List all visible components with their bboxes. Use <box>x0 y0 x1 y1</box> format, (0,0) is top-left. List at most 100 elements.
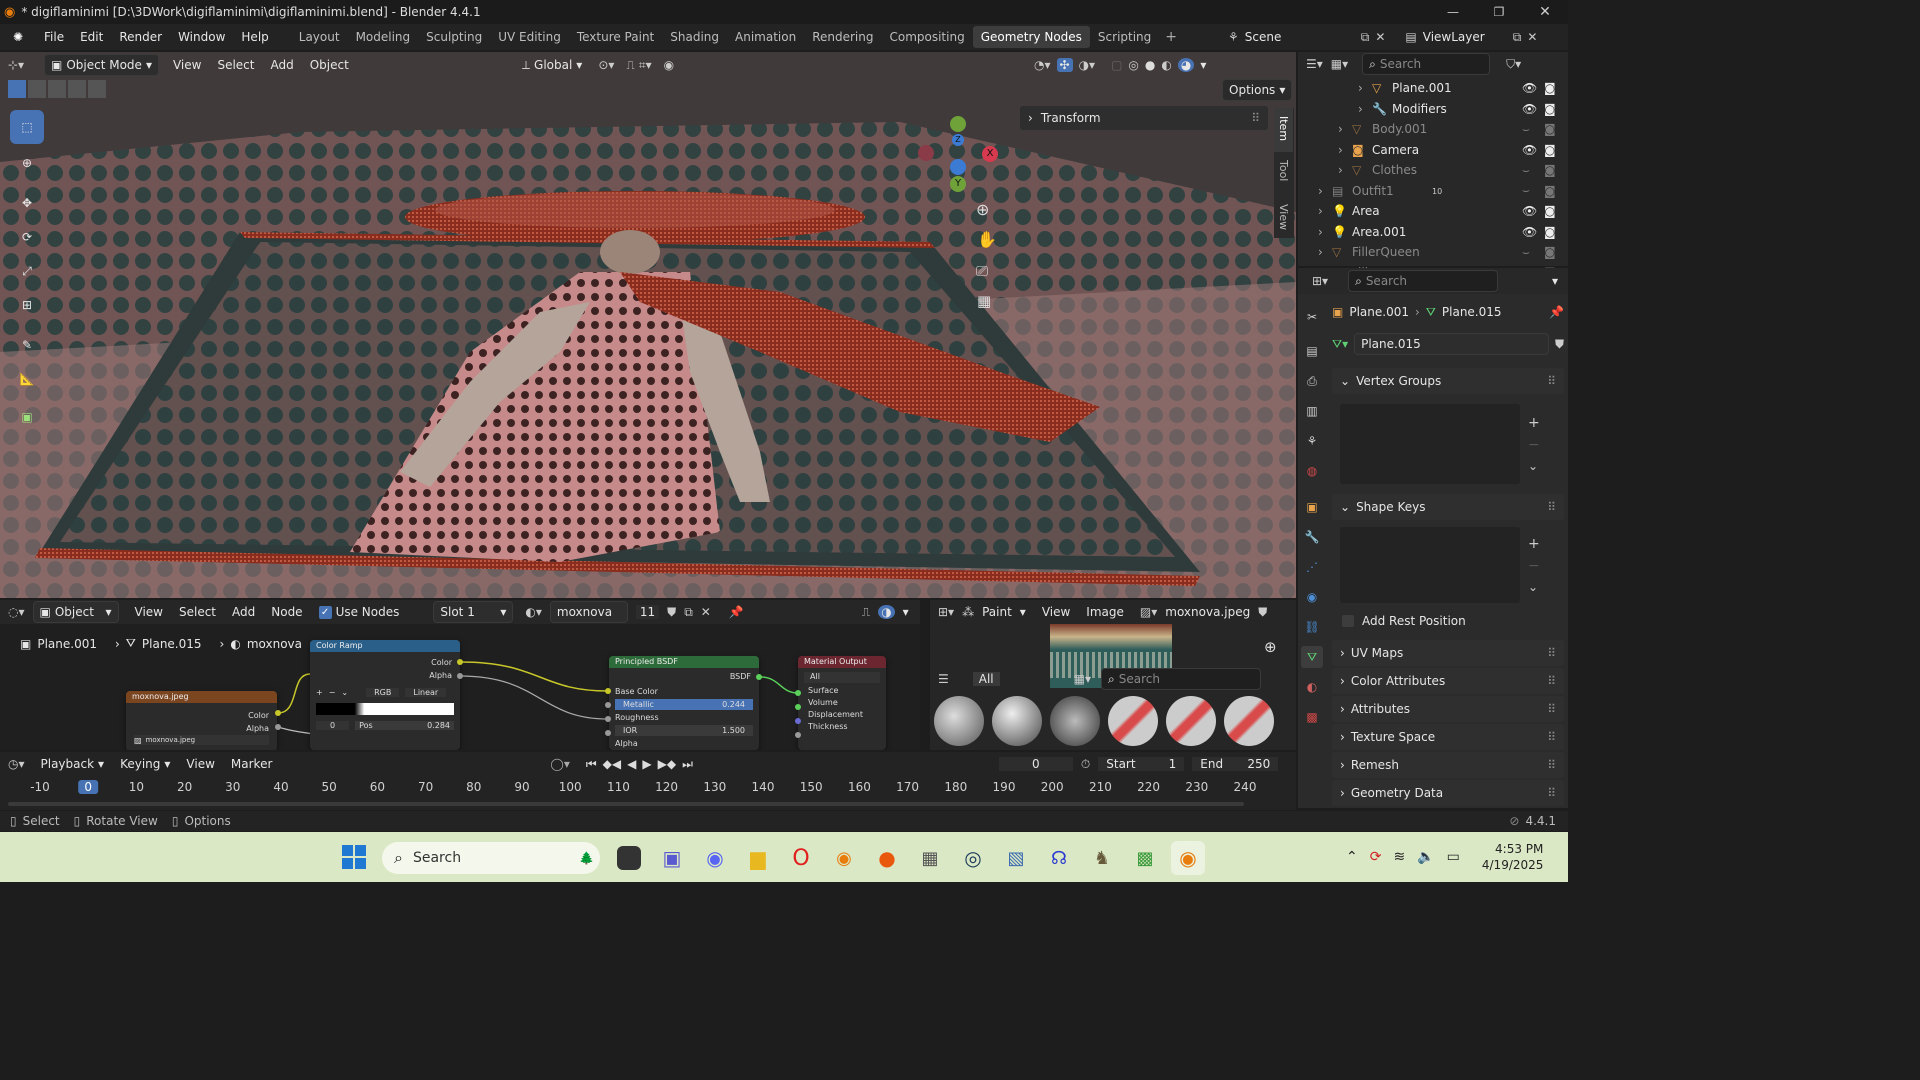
chevron-down-icon[interactable]: ▾ <box>1552 274 1558 288</box>
remove-view-layer-icon[interactable]: ✕ <box>1527 30 1537 44</box>
select-box-new-icon[interactable] <box>8 80 26 98</box>
viewport-3d[interactable]: ⊹▾ ▣ Object Mode ▾ View Select Add Object ⟂ G… <box>0 52 1296 598</box>
scene-name[interactable]: Scene <box>1245 30 1355 44</box>
xray-icon[interactable]: ▢ <box>1111 58 1122 72</box>
blender-active-icon[interactable]: ◉ <box>1171 841 1205 875</box>
zoom-icon[interactable]: ⊕ <box>976 200 989 219</box>
expand-icon[interactable]: › <box>1358 81 1363 95</box>
outliner-item[interactable]: › ▽ FillerQueen ⌣ ◙ <box>1298 242 1568 263</box>
shading-material-icon[interactable]: ◐ <box>1161 58 1171 72</box>
brush-thumbnail[interactable] <box>1108 696 1158 746</box>
image-app-icon[interactable]: ▩ <box>1128 841 1162 875</box>
color-attributes-section[interactable]: › Color Attributes ⠿ <box>1332 668 1564 694</box>
filter-icon[interactable]: ⛉▾ <box>1506 57 1521 72</box>
output-target-dropdown[interactable]: All <box>804 672 880 683</box>
timeline-menu-marker[interactable]: Marker <box>223 753 280 775</box>
chevron-down-icon[interactable]: ⌄ <box>341 688 348 697</box>
drag-handle-icon[interactable]: ⠿ <box>1547 646 1556 660</box>
add-cube-tool-icon[interactable]: ▣ <box>10 400 44 434</box>
play-reverse-icon[interactable]: ◀ <box>627 757 636 771</box>
expand-icon[interactable]: › <box>1318 245 1323 259</box>
expand-icon[interactable]: › <box>1338 143 1343 157</box>
brush-thumbnail[interactable] <box>934 696 984 746</box>
viewport-menu-object[interactable]: Object <box>302 54 357 76</box>
chevron-up-icon[interactable]: ⌃ <box>1346 849 1358 865</box>
remove-stop-icon[interactable]: − <box>329 688 336 697</box>
eye-closed-icon[interactable]: ⌣ <box>1522 183 1530 198</box>
npanel-tab-view[interactable]: View <box>1274 196 1293 240</box>
eye-icon[interactable]: 👁 <box>1522 102 1537 116</box>
socket[interactable] <box>275 710 281 716</box>
gizmo-center[interactable] <box>950 159 966 175</box>
expand-icon[interactable]: › <box>1318 204 1323 218</box>
chevron-down-icon[interactable]: ▾ <box>1200 58 1206 72</box>
npanel-tab-item[interactable]: Item <box>1274 108 1293 152</box>
transform-tool-icon[interactable]: ⊞ <box>10 288 44 322</box>
brush-filter-all[interactable]: All <box>972 672 1000 686</box>
socket[interactable] <box>457 673 463 679</box>
texture-tab-icon[interactable]: ▩ <box>1301 706 1323 728</box>
camera-render-icon[interactable]: ◙ <box>1544 245 1556 259</box>
drag-handle-icon[interactable]: ⠿ <box>1547 374 1556 388</box>
drag-handle-icon[interactable]: ⠿ <box>1547 702 1556 716</box>
properties-editor-icon[interactable]: ⊞▾ <box>1312 274 1328 288</box>
start-frame-field[interactable]: Start 1 <box>1098 757 1185 771</box>
outliner-item[interactable]: › ▽ Clothes ⌣ ◙ <box>1298 160 1568 181</box>
camera-render-icon[interactable]: ◙ <box>1544 225 1556 239</box>
next-keyframe-icon[interactable]: ▶◆ <box>658 757 676 771</box>
mesh-name-field[interactable]: Plane.015 <box>1354 333 1549 355</box>
outliner-item[interactable]: › ▤ Outfit1 10 ⌣ ◙ <box>1298 181 1568 202</box>
socket[interactable] <box>457 659 463 665</box>
socket[interactable] <box>605 730 611 736</box>
calculator-icon[interactable]: ▦ <box>913 841 947 875</box>
proportional-edit-icon[interactable]: ◉ <box>664 58 674 72</box>
eye-icon[interactable]: 👁 <box>1522 81 1537 95</box>
timeline-ruler[interactable]: -10 0 10 20 30 40 50 60 70 80 90 100 110 120 130 140 150… <box>0 780 1296 800</box>
ramp-mode[interactable]: RGB <box>366 688 400 697</box>
jump-start-icon[interactable]: ⏮ <box>586 757 597 772</box>
display-grid-icon[interactable]: ▦▾ <box>1074 672 1091 686</box>
ior-field[interactable]: IOR 1.500 <box>615 725 753 736</box>
shading-wire-icon[interactable]: ◎ <box>1128 58 1138 72</box>
shape-keys-section[interactable]: ⌄ Shape Keys ⠿ <box>1332 494 1564 520</box>
ortho-grid-icon[interactable]: ▦ <box>977 292 991 310</box>
options-dropdown[interactable]: Options ▾ <box>1222 79 1293 101</box>
gimp-icon[interactable]: ♞ <box>1085 841 1119 875</box>
socket[interactable] <box>756 674 762 680</box>
select-box-tool-icon[interactable]: ⬚ <box>10 110 44 144</box>
gizmo-toggle-icon[interactable]: ✣ <box>1056 58 1073 72</box>
play-icon[interactable]: ▶ <box>642 757 651 771</box>
display-mode-icon[interactable]: ▦▾ <box>1331 57 1348 71</box>
remove-scene-icon[interactable]: ✕ <box>1375 30 1385 44</box>
world-tab-icon[interactable]: ◍ <box>1301 460 1323 482</box>
socket[interactable] <box>795 732 801 738</box>
brush-thumbnail[interactable] <box>1166 696 1216 746</box>
brush-thumbnail[interactable] <box>1224 696 1274 746</box>
outliner-editor-icon[interactable]: ☰▾ <box>1306 57 1323 71</box>
tab-layout[interactable]: Layout <box>291 26 348 48</box>
mode-dropdown[interactable]: Paint <box>982 605 1012 619</box>
camera-render-icon[interactable]: ◙ <box>1544 102 1556 116</box>
select-invert-icon[interactable] <box>68 80 86 98</box>
expand-icon[interactable]: › <box>1318 225 1323 239</box>
scene-icon[interactable]: ⚘ <box>1228 30 1239 44</box>
properties-search[interactable]: ⌕ Search <box>1348 270 1499 292</box>
viewport-menu-add[interactable]: Add <box>262 54 301 76</box>
tab-scripting[interactable]: Scripting <box>1090 26 1159 48</box>
transform-orientation[interactable]: Global <box>534 58 572 72</box>
jump-end-icon[interactable]: ⏭ <box>682 757 693 772</box>
drag-handle-icon[interactable]: ⠿ <box>1547 758 1556 772</box>
drag-handle-icon[interactable]: ⠿ <box>1547 674 1556 688</box>
npanel-tab-tool[interactable]: Tool <box>1274 152 1293 196</box>
menu-render[interactable]: Render <box>111 26 170 48</box>
menu-edit[interactable]: Edit <box>72 26 111 48</box>
blender-menu-icon[interactable]: ✺ <box>0 30 36 44</box>
overlay-icon[interactable]: ◑▾ <box>1079 58 1096 72</box>
outliner-item[interactable]: › ▽ Plane.001 👁 ◙ <box>1298 78 1568 99</box>
scene-tab-icon[interactable]: ⚘ <box>1301 430 1323 452</box>
tab-geometry-nodes[interactable]: Geometry Nodes <box>972 26 1090 48</box>
hamburger-icon[interactable]: ☰ <box>938 672 949 686</box>
mesh-browse-icon[interactable]: ⛛▾ <box>1332 337 1348 352</box>
outliner-item[interactable]: › 💡 Area 👁 ◙ <box>1298 201 1568 222</box>
material-tab-icon[interactable]: ◐ <box>1301 676 1323 698</box>
